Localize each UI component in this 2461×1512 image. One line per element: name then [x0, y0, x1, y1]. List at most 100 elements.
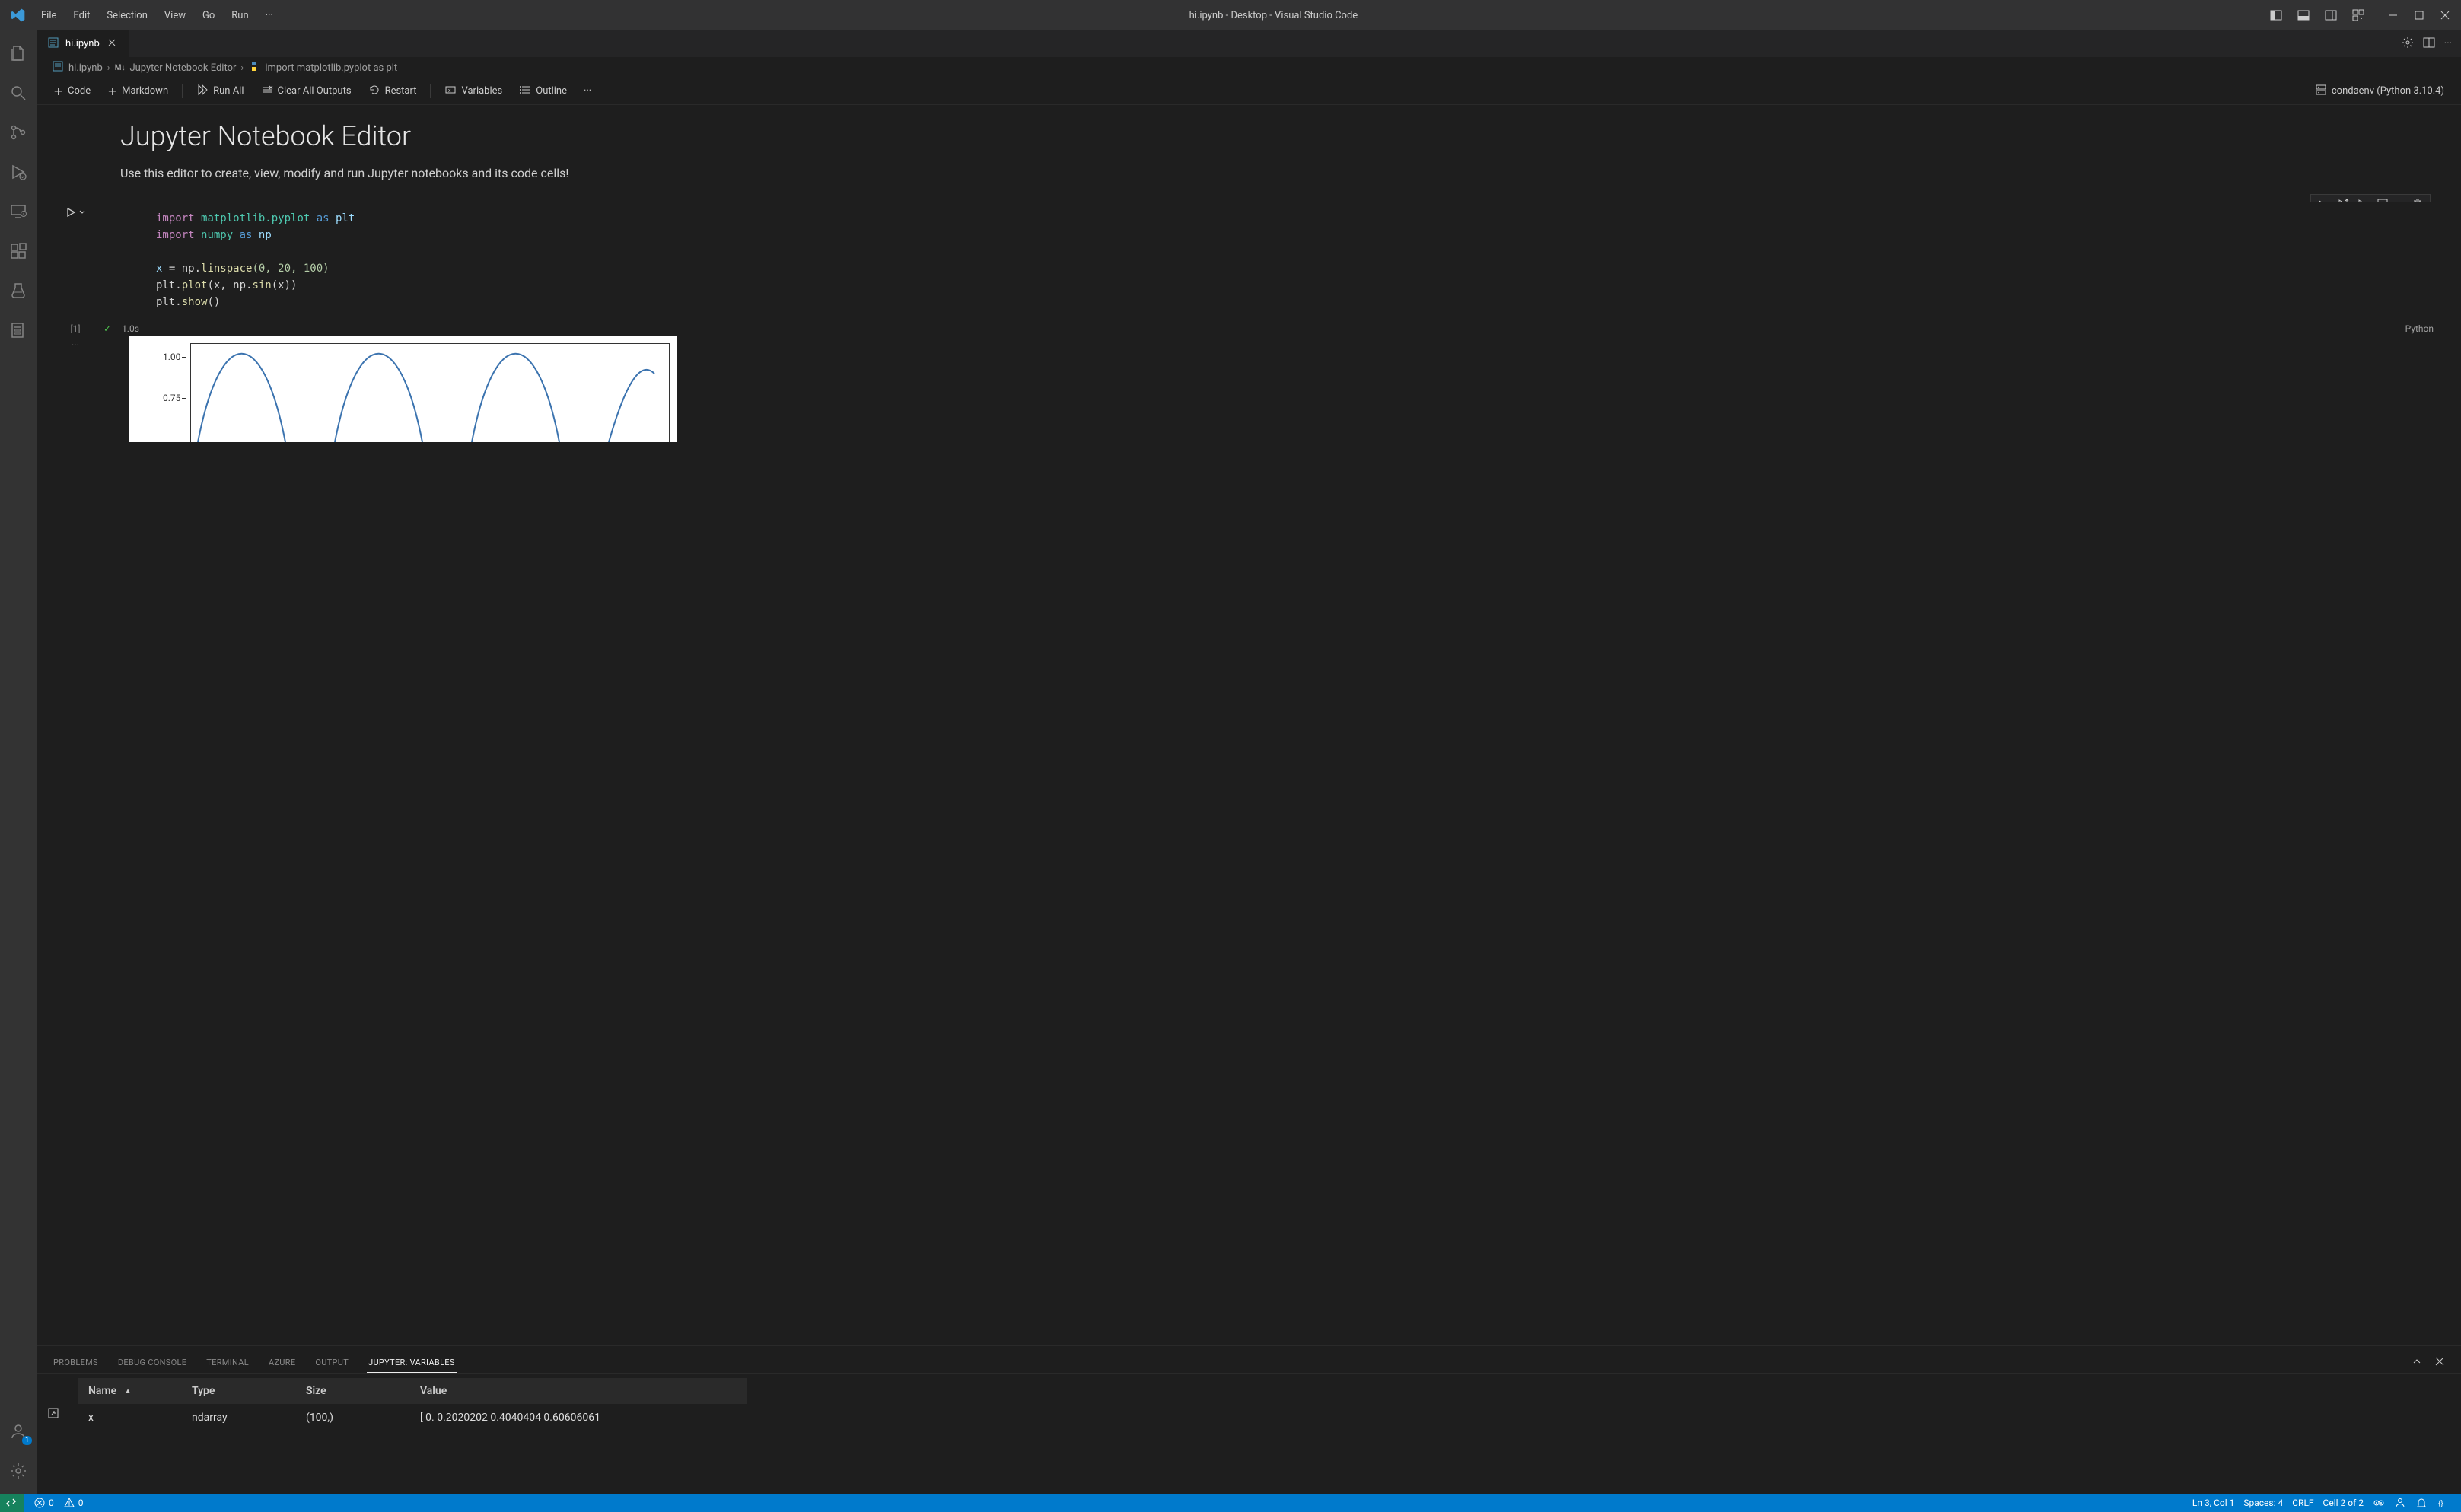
breadcrumb-file[interactable]: hi.ipynb	[68, 62, 103, 74]
minimize-button[interactable]	[2383, 5, 2403, 25]
restart-kernel-button[interactable]: Restart	[362, 81, 423, 102]
jupyter-icon[interactable]	[0, 314, 37, 347]
status-spaces[interactable]: Spaces: 4	[2239, 1498, 2287, 1508]
maximize-button[interactable]	[2409, 5, 2429, 25]
y-tick-label: 1.00	[163, 352, 180, 362]
separator	[430, 84, 431, 98]
close-button[interactable]	[2435, 5, 2455, 25]
tab-close-icon[interactable]	[106, 37, 118, 52]
panel-tab-terminal[interactable]: TERMINAL	[205, 1353, 250, 1372]
execution-time: 1.0s	[122, 323, 139, 334]
remote-explorer-icon[interactable]	[0, 195, 37, 228]
toggle-secondary-sidebar-icon[interactable]	[2321, 5, 2341, 25]
explorer-icon[interactable]	[0, 37, 37, 70]
menu-overflow[interactable]: ···	[258, 5, 281, 26]
menu-run[interactable]: Run	[224, 5, 256, 26]
source-control-icon[interactable]	[0, 116, 37, 149]
panel-tab-debug-console[interactable]: DEBUG CONSOLE	[116, 1353, 188, 1372]
title-bar: File Edit Selection View Go Run ··· hi.i…	[0, 0, 2461, 30]
add-code-cell-button[interactable]: ＋ Code	[47, 81, 97, 101]
code-editor[interactable]: import matplotlib.pyplot as plt import n…	[94, 207, 2460, 314]
kernel-picker-button[interactable]: condaenv (Python 3.10.4)	[2309, 81, 2450, 102]
panel-tab-problems[interactable]: PROBLEMS	[52, 1353, 100, 1372]
col-type-header[interactable]: Type	[192, 1385, 306, 1397]
panel-tabs: PROBLEMS DEBUG CONSOLE TERMINAL AZURE OU…	[37, 1346, 2461, 1374]
layout-controls	[2266, 5, 2368, 25]
menu-view[interactable]: View	[157, 5, 193, 26]
status-feedback-icon[interactable]	[2389, 1497, 2411, 1509]
variables-table: Name ▲ Type Size Value x ndarray (100,) …	[37, 1374, 2461, 1494]
status-copilot-icon[interactable]	[2368, 1497, 2389, 1509]
breadcrumb-section[interactable]: Jupyter Notebook Editor	[129, 62, 236, 74]
var-size: (100,)	[306, 1412, 420, 1424]
col-value-header[interactable]: Value	[420, 1385, 747, 1397]
chevron-right-icon: ›	[107, 62, 110, 74]
toggle-primary-sidebar-icon[interactable]	[2266, 5, 2286, 25]
customize-layout-icon[interactable]	[2348, 5, 2368, 25]
chevron-down-icon[interactable]	[78, 208, 86, 216]
success-check-icon: ✓	[103, 323, 111, 334]
add-code-label: Code	[68, 85, 91, 97]
restart-icon	[368, 84, 380, 99]
code-cell[interactable]: import matplotlib.pyplot as plt import n…	[37, 202, 2461, 319]
run-cell-button[interactable]	[65, 206, 86, 218]
run-all-button[interactable]: Run All	[190, 81, 250, 102]
clear-label: Clear All Outputs	[278, 85, 352, 97]
extensions-icon[interactable]	[0, 234, 37, 268]
status-errors[interactable]: 0	[29, 1497, 59, 1509]
outline-button[interactable]: Outline	[513, 81, 573, 102]
search-icon[interactable]	[0, 76, 37, 110]
execution-count: [1]	[58, 323, 93, 334]
window-controls	[2383, 5, 2455, 25]
variable-row[interactable]: x ndarray (100,) [ 0. 0.2020202 0.404040…	[78, 1404, 747, 1431]
status-bar: 0 0 Ln 3, Col 1 Spaces: 4 CRLF Cell 2 of…	[0, 1494, 2461, 1512]
menu-edit[interactable]: Edit	[65, 5, 97, 26]
window-title: hi.ipynb - Desktop - Visual Studio Code	[281, 10, 2266, 21]
panel-tab-output[interactable]: OUTPUT	[314, 1353, 350, 1372]
panel-maximize-icon[interactable]	[2411, 1355, 2423, 1370]
settings-gear-icon[interactable]	[0, 1454, 37, 1488]
cell-language-label[interactable]: Python	[2405, 323, 2450, 334]
panel-tab-jupyter-variables[interactable]: JUPYTER: VARIABLES	[367, 1353, 457, 1373]
cell-output: ··· 1.00 0.75	[37, 336, 2461, 442]
status-eol[interactable]: CRLF	[2287, 1498, 2318, 1508]
status-cell[interactable]: Cell 2 of 2	[2319, 1498, 2368, 1508]
col-size-header[interactable]: Size	[306, 1385, 420, 1397]
remote-indicator[interactable]	[0, 1494, 24, 1512]
open-data-viewer-icon[interactable]	[47, 1378, 78, 1489]
notebook-title: Jupyter Notebook Editor	[120, 120, 2461, 152]
status-notifications-icon[interactable]	[2411, 1497, 2432, 1509]
variables-label: Variables	[461, 85, 502, 97]
menubar: File Edit Selection View Go Run ···	[33, 5, 281, 26]
clear-outputs-button[interactable]: Clear All Outputs	[255, 81, 358, 102]
toolbar-more-button[interactable]: ···	[578, 82, 597, 100]
status-warnings[interactable]: 0	[59, 1497, 88, 1509]
notebook-body: Jupyter Notebook Editor Use this editor …	[37, 105, 2461, 1345]
run-debug-icon[interactable]	[0, 155, 37, 189]
editor-more-icon[interactable]: ···	[2444, 38, 2452, 49]
matplotlib-plot: 1.00 0.75	[129, 336, 677, 442]
editor-settings-icon[interactable]	[2402, 37, 2414, 52]
status-prettier-icon[interactable]: {}	[2432, 1497, 2453, 1509]
breadcrumb-markdown-icon: M↓	[115, 64, 126, 72]
variables-button[interactable]: x Variables	[438, 81, 508, 102]
breadcrumb-python-icon	[248, 60, 260, 75]
accounts-icon[interactable]: 1	[0, 1415, 37, 1448]
status-line-col[interactable]: Ln 3, Col 1	[2188, 1498, 2239, 1508]
panel-tab-azure[interactable]: AZURE	[267, 1353, 297, 1372]
editor-split-icon[interactable]	[2423, 37, 2435, 52]
menu-selection[interactable]: Selection	[99, 5, 154, 26]
breadcrumbs[interactable]: hi.ipynb › M↓ Jupyter Notebook Editor › …	[37, 58, 2461, 78]
menu-file[interactable]: File	[33, 5, 64, 26]
accounts-badge: 1	[22, 1436, 32, 1445]
tab-hi-ipynb[interactable]: hi.ipynb	[37, 30, 129, 57]
add-markdown-cell-button[interactable]: ＋ Markdown	[101, 81, 174, 101]
panel-close-icon[interactable]	[2434, 1355, 2446, 1370]
toggle-panel-icon[interactable]	[2294, 5, 2313, 25]
breadcrumb-file-icon	[52, 60, 64, 75]
breadcrumb-cell[interactable]: import matplotlib.pyplot as plt	[265, 62, 397, 74]
output-more-icon[interactable]: ···	[72, 340, 79, 442]
menu-go[interactable]: Go	[195, 5, 222, 26]
col-name-header[interactable]: Name ▲	[78, 1385, 192, 1397]
testing-icon[interactable]	[0, 274, 37, 307]
